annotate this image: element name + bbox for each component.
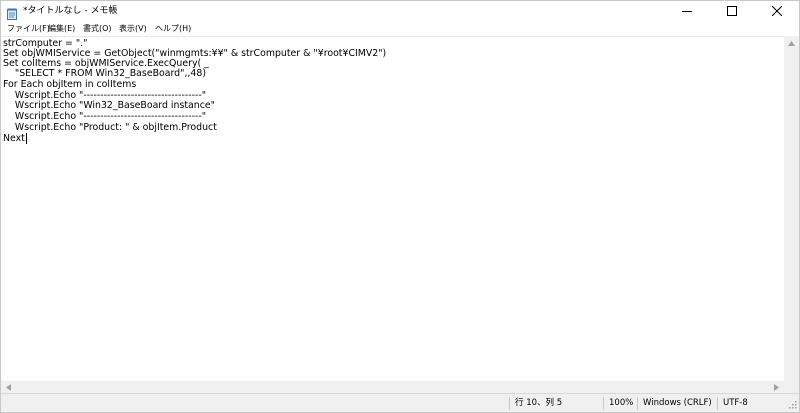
status-divider <box>717 397 718 410</box>
title-bar[interactable]: *タイトルなし - メモ帳 <box>1 1 799 21</box>
vertical-scrollbar[interactable] <box>784 36 799 393</box>
maximize-button[interactable] <box>710 1 754 21</box>
text-caret <box>26 133 27 144</box>
minimize-icon <box>682 11 692 12</box>
notepad-icon <box>7 5 17 20</box>
status-divider <box>603 397 604 410</box>
text-line: Wscript.Echo "Product: " & objItem.Produ… <box>3 122 217 133</box>
close-button[interactable] <box>755 1 799 21</box>
menu-file[interactable]: ファイル(F) <box>6 22 51 35</box>
menu-format[interactable]: 書式(O) <box>82 22 113 35</box>
status-divider <box>637 397 638 410</box>
scroll-left-button[interactable] <box>1 381 16 393</box>
encoding: UTF-8 <box>723 398 748 408</box>
cursor-position: 行 10、列 5 <box>515 398 563 408</box>
close-icon <box>772 6 782 16</box>
scrollbar-corner <box>784 381 799 393</box>
line-ending: Windows (CRLF) <box>643 398 712 408</box>
menu-help[interactable]: ヘルプ(H) <box>154 22 192 35</box>
scroll-up-button[interactable] <box>784 36 799 51</box>
chevron-left-icon <box>6 383 11 391</box>
chevron-right-icon <box>774 383 779 391</box>
status-divider <box>509 397 510 410</box>
text-line: Next <box>3 133 25 144</box>
text-line: For Each objItem in colItems <box>3 79 137 90</box>
text-line: Wscript.Echo "--------------------------… <box>3 111 207 122</box>
menu-edit[interactable]: 編集(E) <box>47 22 76 35</box>
scroll-right-button[interactable] <box>769 381 784 393</box>
menu-view[interactable]: 表示(V) <box>118 22 148 35</box>
text-line: "SELECT * FROM Win32_BaseBoard",,48) <box>3 68 206 79</box>
text-editor[interactable]: strComputer = "." Set objWMIService = Ge… <box>1 36 784 393</box>
menu-bar: ファイル(F) 編集(E) 書式(O) 表示(V) ヘルプ(H) <box>1 21 799 36</box>
maximize-icon <box>727 6 737 16</box>
text-line: Wscript.Echo "Win32_BaseBoard instance" <box>3 100 215 111</box>
horizontal-scrollbar[interactable] <box>1 381 784 393</box>
status-bar: 行 10、列 5 100% Windows (CRLF) UTF-8 <box>1 393 799 412</box>
chevron-up-icon <box>788 41 795 46</box>
window-title: *タイトルなし - メモ帳 <box>23 6 118 16</box>
zoom-level: 100% <box>609 398 634 408</box>
notepad-window: *タイトルなし - メモ帳 ファイル(F) 編集(E) 書式(O) 表示(V) … <box>0 0 800 413</box>
resize-grip-icon[interactable] <box>787 399 797 409</box>
minimize-button[interactable] <box>665 1 709 21</box>
